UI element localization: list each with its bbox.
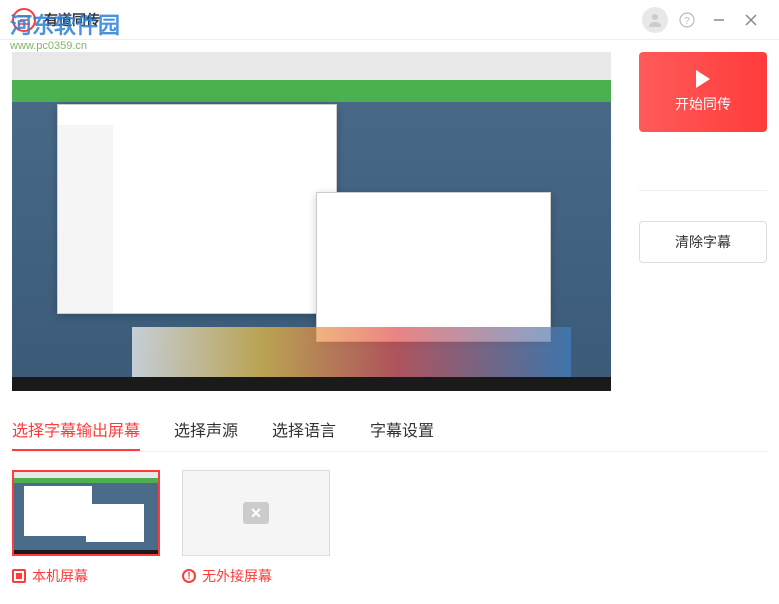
- tab-language[interactable]: 选择语言: [272, 417, 336, 451]
- local-screen-label-row: 本机屏幕: [12, 566, 88, 586]
- external-screen-thumb: ✕: [182, 470, 330, 556]
- screen-item-local: 本机屏幕: [12, 470, 160, 586]
- local-screen-label: 本机屏幕: [32, 566, 88, 586]
- app-title: 有道同传: [44, 10, 100, 30]
- selected-screen-icon: [12, 569, 26, 583]
- local-screen-thumb[interactable]: [12, 470, 160, 556]
- screen-item-external: ✕ ! 无外接屏幕: [182, 470, 330, 586]
- svg-text:?: ?: [684, 16, 690, 27]
- external-screen-label: 无外接屏幕: [202, 566, 272, 586]
- close-button[interactable]: [735, 4, 767, 36]
- settings-tabs: 选择字幕输出屏幕 选择声源 选择语言 字幕设置: [0, 403, 779, 451]
- minimize-button[interactable]: [703, 4, 735, 36]
- start-button[interactable]: 开始同传: [639, 52, 767, 132]
- right-column: 开始同传 清除字幕: [639, 52, 767, 391]
- screen-preview: [12, 52, 611, 391]
- main-area: 开始同传 清除字幕: [0, 40, 779, 403]
- preview-column: [12, 52, 623, 391]
- divider: [639, 190, 767, 191]
- app-logo-icon: [12, 8, 36, 32]
- no-screen-icon: ✕: [243, 502, 269, 524]
- clear-subtitles-button[interactable]: 清除字幕: [639, 221, 767, 263]
- tab-audio-source[interactable]: 选择声源: [174, 417, 238, 451]
- tab-subtitle-settings[interactable]: 字幕设置: [370, 417, 434, 451]
- start-button-label: 开始同传: [675, 94, 731, 114]
- titlebar: 有道同传 ?: [0, 0, 779, 40]
- warning-icon: !: [182, 569, 196, 583]
- external-screen-label-row: ! 无外接屏幕: [182, 566, 272, 586]
- clear-button-label: 清除字幕: [675, 232, 731, 252]
- help-icon[interactable]: ?: [671, 4, 703, 36]
- screens-row: 本机屏幕 ✕ ! 无外接屏幕: [0, 452, 779, 604]
- user-avatar[interactable]: [639, 4, 671, 36]
- play-icon: [696, 70, 710, 88]
- tab-output-screen[interactable]: 选择字幕输出屏幕: [12, 417, 140, 451]
